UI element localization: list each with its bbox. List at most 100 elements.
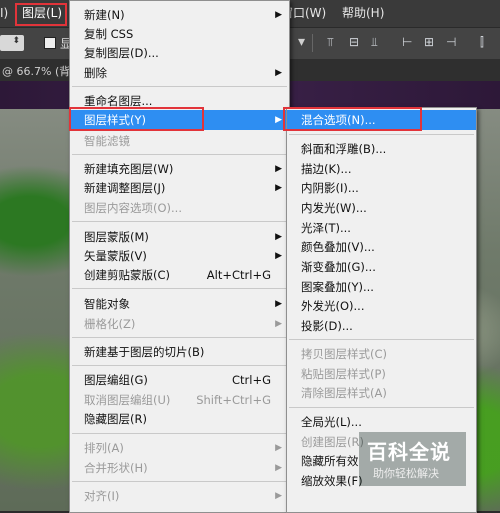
menu-item-label: 新建(N) [84, 8, 125, 22]
menu-layer-highlight-box [15, 3, 67, 26]
submenu-item-drop-shadow[interactable]: 投影(D)... [287, 316, 476, 336]
menu-item-label: 新建基于图层的切片(B) [84, 345, 205, 359]
menu-item-label: 创建剪贴蒙版(C) [84, 268, 171, 282]
menu-item-label: 新建填充图层(W) [84, 162, 174, 176]
menu-separator [72, 481, 287, 482]
submenu-item-color-overlay[interactable]: 颜色叠加(V)... [287, 237, 476, 257]
menu-item-label: 智能滤镜 [84, 134, 130, 148]
menu-item-delete[interactable]: 删除 ▶ [70, 63, 289, 83]
menu-item-label: 清除图层样式(A) [301, 386, 387, 400]
submenu-arrow-icon: ▶ [275, 319, 282, 329]
menu-item-label: 智能对象 [84, 297, 130, 311]
submenu-item-bevel-emboss[interactable]: 斜面和浮雕(B)... [287, 139, 476, 159]
submenu-item-copy-layer-style[interactable]: 拷贝图层样式(C) [287, 344, 476, 364]
checkbox[interactable] [44, 37, 56, 49]
submenu-arrow-icon: ▶ [275, 164, 282, 174]
menu-item-label: 全局光(L)... [301, 415, 362, 429]
menu-item-duplicate-layer[interactable]: 复制图层(D)... [70, 43, 289, 63]
menu-item-create-clipping-mask[interactable]: 创建剪贴蒙版(C) Alt+Ctrl+G [70, 265, 289, 285]
submenu-item-stroke[interactable]: 描边(K)... [287, 159, 476, 179]
menu-item-label: 取消图层编组(U) [84, 393, 171, 407]
submenu-arrow-icon: ▶ [275, 68, 282, 78]
menu-item-label: 新建调整图层(J) [84, 181, 166, 195]
menu-item-label: 创建图层(R) [301, 435, 364, 449]
align-vcenter-icon[interactable]: ⊟ [349, 35, 359, 49]
layer-menu: 新建(N) ▶ 复制 CSS 复制图层(D)... 删除 ▶ 重命名图层... 图层… [69, 0, 290, 513]
submenu-item-inner-glow[interactable]: 内发光(W)... [287, 198, 476, 218]
menu-item-label: 粘贴图层样式(P) [301, 367, 386, 381]
menu-help[interactable]: 帮助(H) [342, 6, 384, 20]
align-chevron-icon[interactable]: ▾ [298, 34, 305, 50]
menu-item-label: 图层蒙版(M) [84, 230, 149, 244]
submenu-arrow-icon: ▶ [275, 491, 282, 501]
menu-item-layer-mask[interactable]: 图层蒙版(M) ▶ [70, 227, 289, 247]
menu-item-smart-object[interactable]: 智能对象 ▶ [70, 294, 289, 314]
menu-separator [72, 365, 287, 366]
menu-item-new-layer-based-slice[interactable]: 新建基于图层的切片(B) [70, 342, 289, 362]
watermark-title: 百科全说 [367, 440, 451, 464]
menu-item-ungroup-layers[interactable]: 取消图层编组(U) Shift+Ctrl+G [70, 390, 289, 410]
menu-item-hide-layers[interactable]: 隐藏图层(R) [70, 409, 289, 429]
menu-item-group-layers[interactable]: 图层编组(G) Ctrl+G [70, 370, 289, 390]
menu-item-vector-mask[interactable]: 矢量蒙版(V) ▶ [70, 246, 289, 266]
menu-item-new-fill-layer[interactable]: 新建填充图层(W) ▶ [70, 159, 289, 179]
menu-item-label: 合并形状(H) [84, 461, 148, 475]
menu-item-label: 图层编组(G) [84, 373, 148, 387]
menu-item-label: 图案叠加(Y)... [301, 280, 374, 294]
watermark: 百科全说 助你轻松解决 [359, 432, 466, 486]
submenu-item-satin[interactable]: 光泽(T)... [287, 218, 476, 238]
menu-item-label: 排列(A) [84, 441, 124, 455]
layer-style-highlight-box [69, 107, 204, 131]
menu-item-label: 投影(D)... [301, 319, 353, 333]
align-bottom-icon[interactable]: ⫫ [371, 35, 378, 50]
shortcut-label: Ctrl+G [231, 373, 271, 387]
menu-image-partial[interactable]: I) [0, 6, 8, 20]
submenu-arrow-icon: ▶ [275, 232, 282, 242]
menu-separator [289, 134, 474, 135]
menu-item-layer-content-options[interactable]: 图层内容选项(O)... [70, 198, 289, 218]
align-left-icon[interactable]: ⊢ [402, 35, 412, 49]
shortcut-label: Shift+Ctrl+G [196, 393, 271, 407]
menu-item-label: 栅格化(Z) [84, 317, 136, 331]
menu-item-label: 复制 CSS [84, 27, 134, 41]
menu-item-label: 复制图层(D)... [84, 46, 159, 60]
dropdown-select[interactable]: ⬍ [0, 35, 24, 51]
align-right-icon[interactable]: ⊣ [446, 35, 456, 49]
align-top-icon[interactable]: ⫪ [327, 35, 334, 50]
menu-item-label: 外发光(O)... [301, 299, 365, 313]
menu-item-copy-css[interactable]: 复制 CSS [70, 24, 289, 44]
submenu-item-clear-layer-style[interactable]: 清除图层样式(A) [287, 383, 476, 403]
menu-separator [289, 339, 474, 340]
submenu-item-pattern-overlay[interactable]: 图案叠加(Y)... [287, 277, 476, 297]
stepper-arrows-icon: ⬍ [12, 36, 20, 46]
submenu-item-global-light[interactable]: 全局光(L)... [287, 412, 476, 432]
menu-item-align[interactable]: 对齐(I) ▶ [70, 486, 289, 506]
submenu-arrow-icon: ▶ [275, 183, 282, 193]
menu-item-smart-filter[interactable]: 智能滤镜 [70, 131, 289, 151]
menu-item-label: 隐藏图层(R) [84, 412, 147, 426]
submenu-arrow-icon: ▶ [275, 443, 282, 453]
menu-item-combine-shapes[interactable]: 合并形状(H) ▶ [70, 458, 289, 478]
menu-item-label: 斜面和浮雕(B)... [301, 142, 387, 156]
blending-options-highlight-box [283, 107, 422, 131]
menu-item-label: 矢量蒙版(V) [84, 249, 147, 263]
menu-item-label: 内发光(W)... [301, 201, 367, 215]
menu-item-label: 隐藏所有效 [301, 454, 359, 468]
menu-item-new[interactable]: 新建(N) ▶ [70, 5, 289, 25]
submenu-item-gradient-overlay[interactable]: 渐变叠加(G)... [287, 257, 476, 277]
menu-item-rasterize[interactable]: 栅格化(Z) ▶ [70, 314, 289, 334]
submenu-item-inner-shadow[interactable]: 内阴影(I)... [287, 178, 476, 198]
align-hcenter-icon[interactable]: ⊞ [424, 35, 434, 49]
menu-item-label: 描边(K)... [301, 162, 352, 176]
menu-separator [72, 154, 287, 155]
menu-separator [72, 221, 287, 222]
submenu-arrow-icon: ▶ [275, 299, 282, 309]
distribute-icon[interactable]: ⫿ [480, 35, 484, 50]
menu-item-label: 拷贝图层样式(C) [301, 347, 388, 361]
menu-item-label: 光泽(T)... [301, 221, 351, 235]
menu-item-new-adjustment-layer[interactable]: 新建调整图层(J) ▶ [70, 178, 289, 198]
submenu-item-paste-layer-style[interactable]: 粘贴图层样式(P) [287, 364, 476, 384]
menu-item-arrange[interactable]: 排列(A) ▶ [70, 438, 289, 458]
menu-item-label: 删除 [84, 66, 107, 80]
submenu-item-outer-glow[interactable]: 外发光(O)... [287, 296, 476, 316]
